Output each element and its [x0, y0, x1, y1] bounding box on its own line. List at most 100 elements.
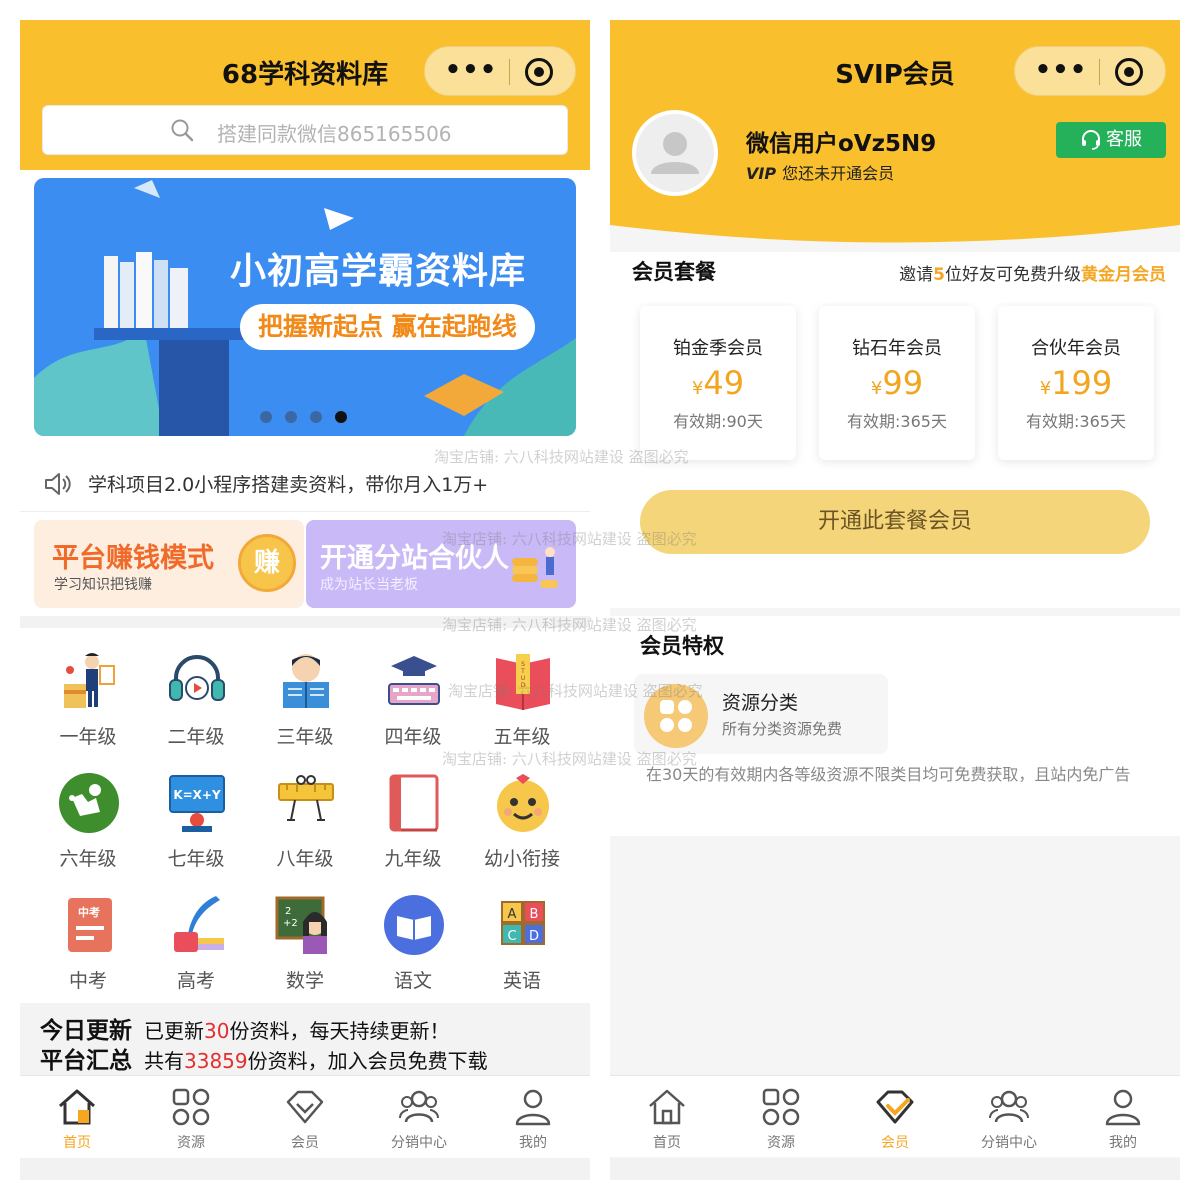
- tab-resources[interactable]: 资源: [134, 1086, 248, 1152]
- grade-item[interactable]: 二年级: [142, 644, 250, 766]
- tab-label: 分销中心: [981, 1135, 1037, 1151]
- grade-item[interactable]: 九年级: [359, 766, 467, 888]
- user-name: 微信用户oVz5N9: [746, 131, 937, 157]
- notice-bar[interactable]: 学科项目2.0小程序搭建卖资料，带你月入1万+: [20, 458, 590, 512]
- package-price-value: 199: [1051, 364, 1113, 402]
- users-icon: [399, 1090, 439, 1123]
- tab-mine[interactable]: 我的: [476, 1086, 590, 1152]
- grade-label: 语文: [393, 970, 432, 992]
- package-card[interactable]: 钻石年会员 ¥99 有效期:365天: [819, 306, 975, 460]
- grade-item[interactable]: 六年级: [34, 766, 142, 888]
- grade-item[interactable]: 三年级: [251, 644, 359, 766]
- section-divider: [20, 616, 590, 628]
- more-icon[interactable]: •••: [1031, 55, 1091, 85]
- earn-money-title: 平台赚钱模式: [52, 543, 214, 574]
- notice-text: 学科项目2.0小程序搭建卖资料，带你月入1万+: [88, 474, 489, 496]
- invite-count: 5: [933, 265, 945, 285]
- carousel-dot[interactable]: [310, 411, 322, 423]
- user-icon: [515, 1089, 551, 1126]
- tab-distribution[interactable]: 分销中心: [952, 1086, 1066, 1152]
- grade-item[interactable]: 四年级: [359, 644, 467, 766]
- tab-mine[interactable]: 我的: [1066, 1086, 1180, 1152]
- banner-headline: 小初高学霸资料库: [230, 251, 527, 292]
- update-stats: 今日更新 已更新30份资料，每天持续更新！ 平台汇总 共有33859份资料，加入会员…: [20, 1003, 590, 1075]
- math-board-icon: K=X+Y: [169, 775, 225, 832]
- package-name: 合伙年会员: [1031, 338, 1121, 359]
- home-icon: [59, 1089, 95, 1125]
- package-price: ¥199: [998, 364, 1154, 402]
- tab-distribution[interactable]: 分销中心: [362, 1086, 476, 1152]
- close-target-icon[interactable]: [1115, 58, 1143, 86]
- coin-stack-icon: [512, 547, 558, 588]
- customer-service-button[interactable]: 客服: [1056, 122, 1166, 158]
- headset-icon: [1082, 130, 1100, 150]
- carousel-dot[interactable]: [285, 411, 297, 423]
- grade-item[interactable]: ABCD 英语: [468, 888, 576, 1010]
- grade-item[interactable]: 幼小衔接: [468, 766, 576, 888]
- package-price-value: 99: [882, 364, 924, 402]
- invite-text[interactable]: 邀请5位好友可免费升级黄金月会员: [899, 260, 1166, 285]
- partner-title: 开通分站合伙人: [320, 543, 509, 574]
- tab-home[interactable]: 首页: [610, 1086, 724, 1152]
- student-green-icon: [59, 773, 119, 833]
- grade-item[interactable]: 语文: [359, 888, 467, 1010]
- today-update-pre: 已更新: [144, 1019, 204, 1043]
- tab-label: 会员: [881, 1135, 909, 1151]
- package-card[interactable]: 合伙年会员 ¥199 有效期:365天: [998, 306, 1154, 460]
- vip-icon: VIP: [746, 164, 777, 183]
- platform-total-post: 份资料，加入会员免费下载: [247, 1049, 488, 1073]
- grade-label: 数学: [285, 970, 324, 992]
- svg-text:B: B: [530, 907, 539, 922]
- svg-text:K=X+Y: K=X+Y: [173, 788, 221, 802]
- tab-label: 分销中心: [391, 1135, 447, 1151]
- grade-label: 七年级: [167, 848, 225, 870]
- package-name: 钻石年会员: [852, 338, 942, 359]
- open-membership-button[interactable]: 开通此套餐会员: [640, 490, 1150, 554]
- tab-resources[interactable]: 资源: [724, 1086, 838, 1152]
- membership-status-text: 您还未开通会员: [782, 164, 895, 183]
- grade-label: 三年级: [276, 726, 334, 748]
- platform-total-count: 33859: [184, 1049, 248, 1073]
- carousel-dot-active[interactable]: [335, 411, 347, 423]
- partner-card[interactable]: 开通分站合伙人 成为站长当老板: [306, 520, 576, 608]
- today-update-post: 份资料，每天持续更新！: [229, 1019, 450, 1043]
- svg-text:T: T: [520, 668, 525, 675]
- tab-home[interactable]: 首页: [20, 1086, 134, 1152]
- privilege-item[interactable]: 资源分类 所有分类资源免费: [634, 674, 888, 754]
- invite-target: 黄金月会员: [1081, 265, 1166, 285]
- grade-item[interactable]: 八年级: [251, 766, 359, 888]
- grade-label: 幼小衔接: [483, 848, 560, 870]
- avatar[interactable]: [632, 110, 718, 196]
- carousel-dot[interactable]: [260, 411, 272, 423]
- grade-item[interactable]: 一年级: [34, 644, 142, 766]
- promo-banner[interactable]: 小初高学霸资料库 把握新起点 赢在起跑线: [34, 178, 576, 436]
- tab-membership[interactable]: 会员: [248, 1086, 362, 1152]
- platform-total-row: 平台汇总 共有33859份资料，加入会员免费下载: [40, 1041, 488, 1075]
- privilege-title: 会员特权: [640, 634, 724, 658]
- speaker-icon: [45, 473, 71, 495]
- grade-item[interactable]: STUD 五年级: [468, 644, 576, 766]
- grade-item[interactable]: 2 +2 数学: [251, 888, 359, 1010]
- diamond-icon: [876, 1090, 914, 1124]
- grade-label: 六年级: [59, 848, 117, 870]
- svg-text:C: C: [507, 929, 516, 944]
- tab-label: 我的: [519, 1135, 547, 1151]
- open-book-icon: [384, 895, 444, 955]
- grade-item[interactable]: K=X+Y 七年级: [142, 766, 250, 888]
- close-target-icon[interactable]: [525, 58, 553, 86]
- package-card[interactable]: 铂金季会员 ¥49 有效期:90天: [640, 306, 796, 460]
- carousel-dots[interactable]: [260, 408, 360, 427]
- tab-membership[interactable]: 会员: [838, 1086, 952, 1152]
- diamond-icon: [286, 1090, 324, 1124]
- more-icon[interactable]: •••: [441, 55, 501, 85]
- capsule-divider: [1099, 59, 1100, 85]
- grade-label: 高考: [176, 970, 215, 992]
- search-bar[interactable]: 搭建同款微信865165506: [42, 105, 568, 155]
- package-price-value: 49: [703, 364, 745, 402]
- grade-item[interactable]: 高考: [142, 888, 250, 1010]
- privilege-note: 在30天的有效期内各等级资源不限类目均可免费获取，且站内免广告: [646, 765, 1131, 784]
- earn-money-card[interactable]: 平台赚钱模式 学习知识把钱赚 赚: [34, 520, 304, 608]
- exam-paper-icon: 中考: [68, 898, 112, 952]
- grade-item[interactable]: 中考 中考: [34, 888, 142, 1010]
- student-reading-icon: [283, 654, 329, 708]
